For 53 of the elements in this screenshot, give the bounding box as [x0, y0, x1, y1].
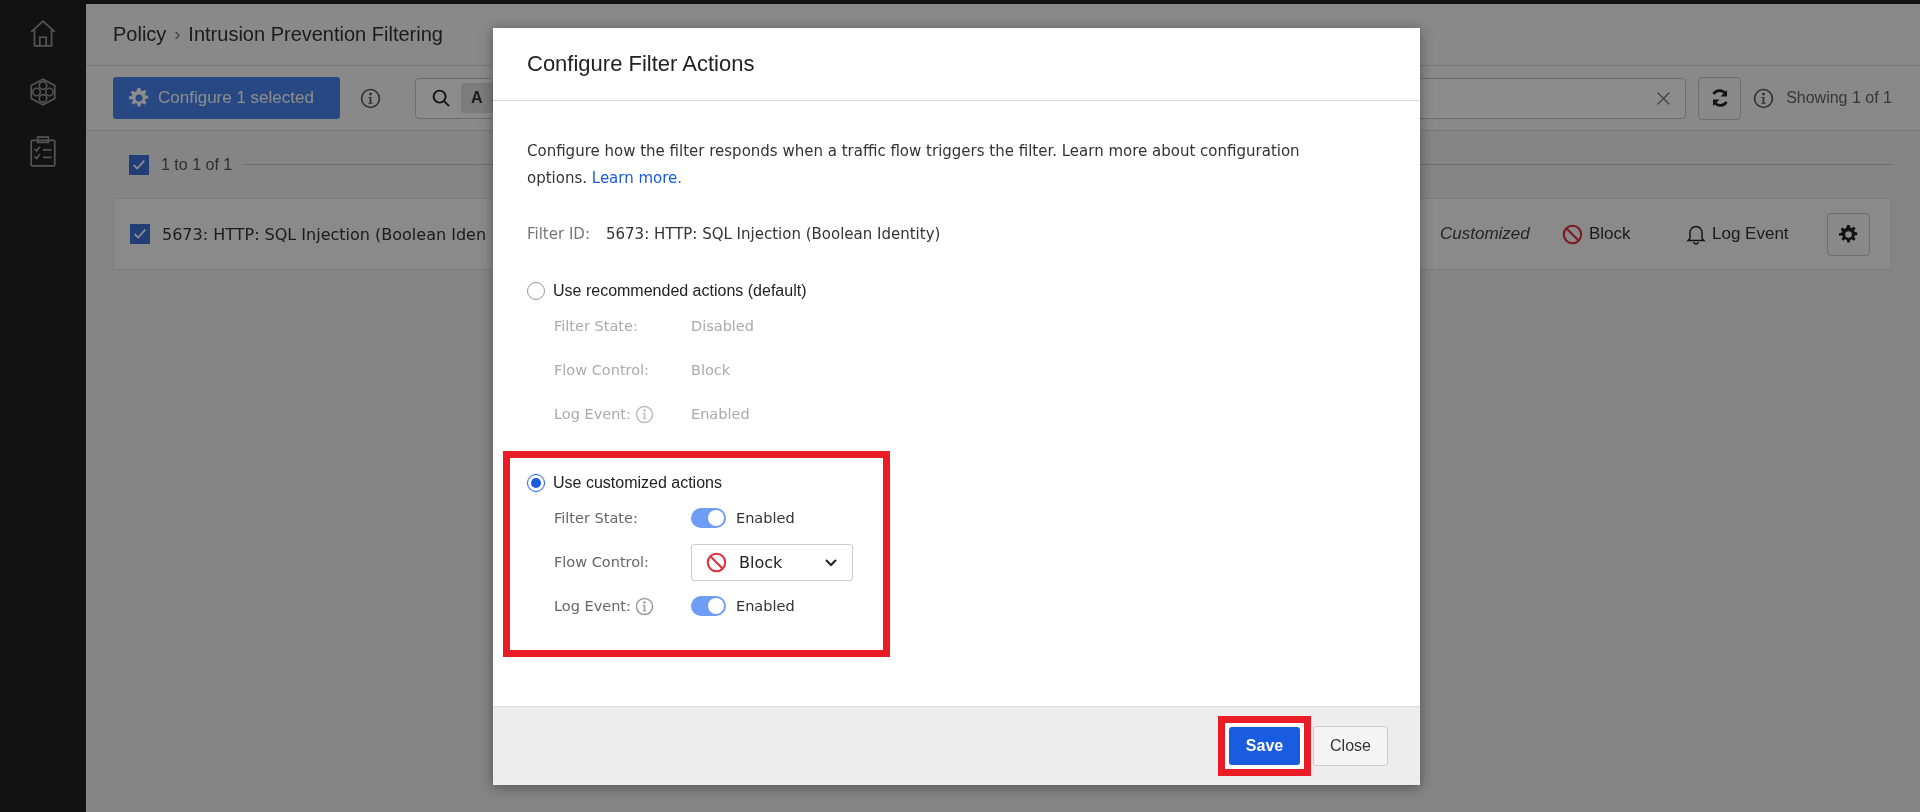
- info-icon[interactable]: [634, 404, 654, 424]
- result-count: Showing 1 of 1: [1786, 89, 1892, 107]
- option-label[interactable]: Use recommended actions (default): [553, 282, 807, 300]
- field-label: Filter ID:: [527, 225, 590, 243]
- log-label: Log Event: [1712, 224, 1789, 244]
- refresh-button[interactable]: [1698, 76, 1742, 120]
- flow-control-dropdown[interactable]: Block: [691, 543, 853, 581]
- setting-label: Flow Control:: [554, 554, 649, 570]
- setting-label: Filter State:: [554, 318, 638, 334]
- info-icon[interactable]: [360, 87, 381, 109]
- option-label[interactable]: Use customized actions: [553, 474, 722, 492]
- toggle-switch[interactable]: [691, 596, 726, 616]
- chevron-down-icon: [824, 556, 838, 568]
- info-icon[interactable]: [634, 596, 654, 616]
- breadcrumb-separator: ›: [174, 24, 181, 45]
- breadcrumb-item[interactable]: Policy: [113, 23, 167, 46]
- toggle-label: Enabled: [736, 598, 795, 614]
- filter-chip[interactable]: A: [461, 83, 493, 113]
- settings-icon: [1839, 224, 1858, 244]
- description-text: Configure how the filter responds when a traffic flow triggers the filter. Learn more about configuration options. Learn more.: [527, 141, 1301, 189]
- mode-label: Customized: [1440, 224, 1531, 244]
- setting-label: Flow Control:: [554, 362, 649, 378]
- settings-button[interactable]: [1827, 212, 1870, 256]
- setting-label: Log Event:: [554, 598, 631, 614]
- clipboard-checklist-icon[interactable]: [28, 136, 58, 167]
- setting-value: Enabled: [691, 406, 750, 422]
- check-icon: [132, 226, 148, 242]
- checkbox[interactable]: [129, 154, 149, 175]
- close-icon[interactable]: [1656, 90, 1672, 106]
- hexagon-nodes-icon[interactable]: [28, 77, 58, 108]
- toggle-switch[interactable]: [691, 508, 726, 528]
- setting-label: Filter State:: [554, 510, 638, 526]
- search-icon: [432, 88, 451, 108]
- home-icon[interactable]: [28, 18, 58, 49]
- bell-icon: [1686, 223, 1706, 245]
- setting-value: Block: [691, 362, 731, 378]
- filter-name: 5673: HTTP: SQL Injection (Boolean Iden: [162, 224, 487, 244]
- setting-label: Log Event:: [554, 406, 631, 422]
- learn-more-link[interactable]: Learn more.: [591, 169, 683, 187]
- settings-icon: [129, 88, 149, 108]
- block-icon: [1562, 223, 1583, 245]
- info-icon[interactable]: [1753, 87, 1775, 109]
- filter-id-value: 5673: HTTP: SQL Injection (Boolean Identity): [605, 225, 941, 243]
- close-button[interactable]: Close: [1313, 726, 1388, 766]
- dialog-title: Configure Filter Actions: [527, 51, 755, 77]
- checkbox[interactable]: [130, 224, 150, 244]
- range-label: 1 to 1 of 1: [161, 155, 233, 174]
- setting-value: Disabled: [691, 318, 754, 334]
- flow-control-label: Block: [1589, 224, 1631, 244]
- save-button[interactable]: Save: [1229, 727, 1300, 765]
- toggle-label: Enabled: [736, 510, 795, 526]
- breadcrumb-item: Intrusion Prevention Filtering: [188, 23, 443, 46]
- block-icon: [706, 551, 727, 573]
